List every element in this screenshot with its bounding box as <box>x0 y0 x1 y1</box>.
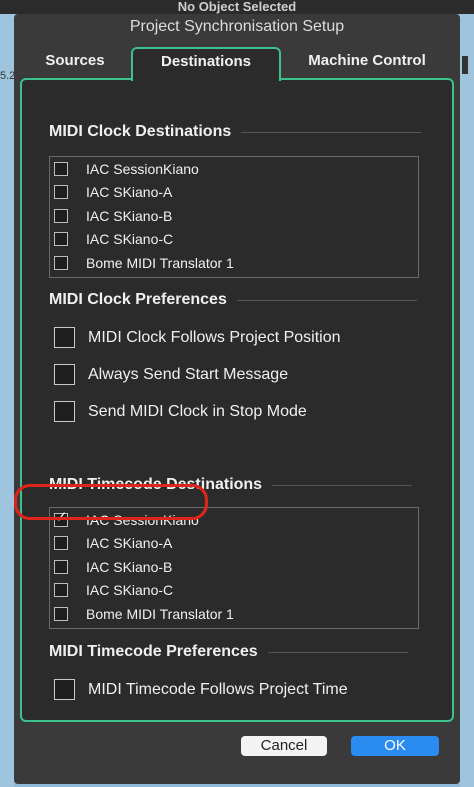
tab-sources[interactable]: Sources <box>32 50 118 80</box>
option-row[interactable]: Send MIDI Clock in Stop Mode <box>54 401 307 422</box>
background-marker <box>462 56 468 74</box>
list-item-label: IAC SKiano-C <box>86 231 174 248</box>
section-divider <box>267 651 408 653</box>
project-sync-dialog: Project Synchronisation Setup Sources De… <box>14 14 460 784</box>
checkbox[interactable] <box>54 536 68 551</box>
checkmark-icon: ✓ <box>55 508 68 526</box>
list-item-label: Bome MIDI Translator 1 <box>86 254 234 271</box>
section-divider <box>236 299 417 301</box>
option-row[interactable]: MIDI Clock Follows Project Position <box>54 327 341 348</box>
list-item[interactable]: IAC SKiano-C <box>50 228 418 252</box>
checkbox[interactable] <box>54 679 75 700</box>
checkbox[interactable] <box>54 559 68 574</box>
checkbox[interactable] <box>54 208 68 223</box>
midi-clock-destinations-list: IAC SessionKiano IAC SKiano-A IAC SKiano… <box>49 156 419 278</box>
ok-button[interactable]: OK <box>351 736 439 756</box>
background-ruler-right <box>460 14 474 787</box>
background-ruler-number: 5.2 <box>0 70 16 82</box>
list-item-label: IAC SessionKiano <box>86 160 199 177</box>
checkbox[interactable] <box>54 583 68 598</box>
list-item-label: IAC SKiano-A <box>86 184 173 201</box>
tab-machine-control[interactable]: Machine Control <box>288 50 446 80</box>
background-ruler-left: 5.2 <box>0 14 16 787</box>
tab-destinations[interactable]: Destinations <box>131 47 281 81</box>
list-item[interactable]: IAC SKiano-A <box>50 181 418 205</box>
option-row[interactable]: Always Send Start Message <box>54 364 288 385</box>
midi-timecode-destinations-title: MIDI Timecode Destinations <box>49 476 413 494</box>
list-item[interactable]: ✓ IAC SessionKiano <box>50 508 418 532</box>
list-item[interactable]: Bome MIDI Translator 1 <box>50 251 418 275</box>
midi-timecode-preferences-title: MIDI Timecode Preferences <box>49 643 408 661</box>
list-item-label: IAC SKiano-B <box>86 558 173 575</box>
checkbox[interactable] <box>54 327 75 348</box>
list-item[interactable]: Bome MIDI Translator 1 <box>50 602 418 626</box>
section-divider <box>241 131 422 133</box>
checkbox[interactable] <box>54 185 68 200</box>
list-item-label: IAC SKiano-A <box>86 535 173 552</box>
checkbox[interactable] <box>54 255 68 270</box>
checkbox-checked[interactable]: ✓ <box>54 508 68 527</box>
section-divider <box>272 484 413 486</box>
checkbox[interactable] <box>54 364 75 385</box>
option-label: MIDI Clock Follows Project Position <box>88 328 341 346</box>
list-item[interactable]: IAC SKiano-B <box>50 555 418 579</box>
list-item[interactable]: IAC SKiano-C <box>50 579 418 603</box>
section-title-text: MIDI Clock Preferences <box>49 291 227 308</box>
checkbox[interactable] <box>54 161 68 176</box>
section-title-text: MIDI Timecode Preferences <box>49 643 258 660</box>
checkbox[interactable] <box>54 401 75 422</box>
checkbox[interactable] <box>54 232 68 247</box>
list-item-label: Bome MIDI Translator 1 <box>86 605 234 622</box>
list-item-label: IAC SKiano-B <box>86 207 173 224</box>
list-item-label: IAC SessionKiano <box>86 511 199 528</box>
list-item[interactable]: IAC SessionKiano <box>50 157 418 181</box>
section-title-text: MIDI Clock Destinations <box>49 123 232 140</box>
destinations-panel: MIDI Clock Destinations IAC SessionKiano… <box>20 78 454 722</box>
list-item[interactable]: IAC SKiano-B <box>50 204 418 228</box>
option-label: MIDI Timecode Follows Project Time <box>88 680 348 698</box>
option-row[interactable]: MIDI Timecode Follows Project Time <box>54 679 348 700</box>
option-label: Always Send Start Message <box>88 365 289 383</box>
midi-clock-preferences-title: MIDI Clock Preferences <box>49 291 417 309</box>
midi-timecode-destinations-list: ✓ IAC SessionKiano IAC SKiano-A IAC SKia… <box>49 507 419 629</box>
list-item[interactable]: IAC SKiano-A <box>50 532 418 556</box>
background-window-title: No Object Selected <box>0 0 474 14</box>
midi-clock-destinations-title: MIDI Clock Destinations <box>49 123 422 141</box>
section-title-text: MIDI Timecode Destinations <box>49 476 263 493</box>
checkbox[interactable] <box>54 606 68 621</box>
cancel-button[interactable]: Cancel <box>241 736 327 756</box>
option-label: Send MIDI Clock in Stop Mode <box>88 402 307 420</box>
dialog-title: Project Synchronisation Setup <box>129 18 345 35</box>
list-item-label: IAC SKiano-C <box>86 582 174 599</box>
